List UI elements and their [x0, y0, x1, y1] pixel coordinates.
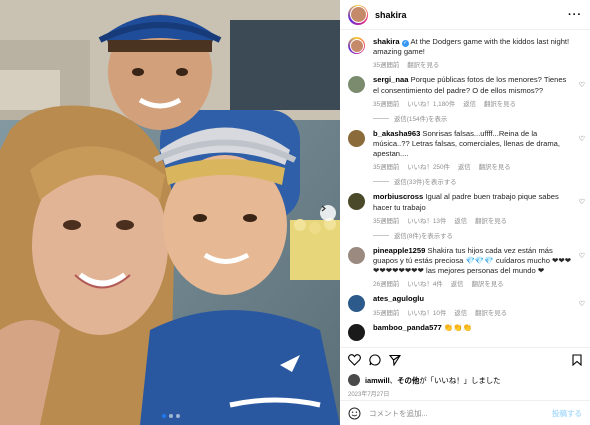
comment-avatar[interactable]	[348, 295, 365, 313]
comment-username[interactable]: pineapple1259	[373, 246, 425, 255]
liker-avatar[interactable]	[348, 374, 360, 386]
comment-item: morbiuscross Igual al padre buen trabajo…	[340, 192, 590, 225]
comment-item: ates_aguloglu 35週間前 いいね！10件 返信 翻訳を見る ♡	[340, 294, 590, 317]
heart-icon[interactable]: ♡	[579, 198, 585, 206]
caption-username[interactable]: shakira	[373, 37, 400, 46]
comments-feed[interactable]: shakira ✓ At the Dodgers game with the k…	[340, 31, 590, 343]
share-icon[interactable]	[389, 354, 401, 366]
reply-button[interactable]: 返信	[454, 308, 467, 317]
caption-avatar[interactable]	[348, 37, 365, 54]
heart-icon[interactable]: ♡	[579, 252, 585, 260]
heart-icon[interactable]: ♡	[579, 81, 585, 89]
comment-time: 35週間前	[373, 164, 400, 172]
comment-likes[interactable]: いいね！4件	[407, 279, 443, 288]
caption: shakira ✓ At the Dodgers game with the k…	[340, 37, 590, 69]
comment-avatar[interactable]	[348, 193, 365, 211]
view-replies-button[interactable]: 返信(33件)を表示する	[373, 177, 590, 186]
view-replies-button[interactable]: 返信(154件)を表示	[373, 114, 590, 123]
photo-illustration	[0, 0, 340, 425]
comment-input[interactable]	[369, 408, 552, 418]
comment-avatar[interactable]	[348, 323, 365, 341]
next-photo-button[interactable]	[320, 205, 336, 221]
caption-time: 35週間前	[373, 62, 400, 70]
header-username[interactable]: shakira	[375, 10, 407, 20]
comment-likes[interactable]: いいね！1,180件	[407, 99, 455, 108]
comment-time: 26週間前	[373, 281, 400, 289]
reply-button[interactable]: 返信	[458, 162, 471, 171]
comment-username[interactable]: morbiuscross	[373, 192, 423, 201]
caption-translate-link[interactable]: 翻訳を見る	[407, 60, 439, 69]
liker-username[interactable]: iamwill	[365, 376, 390, 385]
comment-item: bamboo_panda577 👏👏👏	[340, 323, 590, 341]
comment-icon[interactable]	[369, 353, 381, 366]
heart-icon[interactable]: ♡	[579, 300, 585, 308]
post-photo	[0, 0, 340, 425]
post-button[interactable]: 投稿する	[552, 408, 582, 419]
comment-avatar[interactable]	[348, 76, 365, 94]
more-options-icon[interactable]: ···	[568, 9, 582, 21]
carousel-indicator	[162, 414, 180, 418]
comment-username[interactable]: b_akasha963	[373, 129, 420, 138]
like-heart-icon[interactable]	[348, 353, 361, 366]
carousel-dot-active	[162, 414, 166, 418]
post-side-panel: shakira ··· shakira ✓ At the Dodgers gam…	[340, 0, 590, 425]
comment-time: 35週間前	[373, 309, 400, 317]
likes-summary: iamwill、その他が「いいね！」しました	[348, 374, 501, 386]
comment-username[interactable]: ates_aguloglu	[373, 294, 424, 303]
verified-badge-icon: ✓	[401, 40, 409, 47]
comment-avatar[interactable]	[348, 129, 365, 147]
avatar[interactable]	[348, 4, 368, 25]
action-bar	[340, 347, 590, 371]
translate-link[interactable]: 翻訳を見る	[472, 279, 504, 288]
comment-item: pineapple1259 Shakira tus hijos cada vez…	[340, 246, 590, 289]
emoji-icon[interactable]	[348, 407, 361, 420]
comment-likes[interactable]: いいね！13件	[407, 216, 446, 225]
comment-likes[interactable]: いいね！250件	[407, 162, 450, 171]
view-replies-button[interactable]: 返信(8件)を表示する	[373, 231, 590, 240]
comment-username[interactable]: bamboo_panda577	[373, 323, 442, 332]
bookmark-icon[interactable]	[572, 353, 582, 366]
reply-button[interactable]: 返信	[451, 279, 464, 288]
translate-link[interactable]: 翻訳を見る	[479, 162, 511, 171]
add-comment-bar: 投稿する	[340, 400, 590, 425]
likes-others-link[interactable]: その他	[397, 376, 419, 385]
heart-icon[interactable]: ♡	[579, 135, 585, 143]
translate-link[interactable]: 翻訳を見る	[475, 216, 507, 225]
comment-time: 35週間前	[373, 100, 400, 108]
carousel-dot	[169, 414, 173, 418]
post-date: 2023年7月27日	[348, 392, 390, 398]
chevron-right-icon	[321, 205, 326, 212]
comment-avatar[interactable]	[348, 246, 365, 264]
comment-text: 👏👏👏	[443, 322, 473, 332]
translate-link[interactable]: 翻訳を見る	[484, 99, 516, 108]
comment-time: 35週間前	[373, 217, 400, 225]
reply-button[interactable]: 返信	[463, 99, 476, 108]
comment-item: sergi_naa Porque públicas fotos de los m…	[340, 75, 590, 108]
carousel-dot	[176, 414, 180, 418]
comment-item: b_akasha963 Sonrisas falsas...uffff...Re…	[340, 129, 590, 172]
comment-username[interactable]: sergi_naa	[373, 75, 408, 84]
reply-button[interactable]: 返信	[454, 216, 467, 225]
translate-link[interactable]: 翻訳を見る	[475, 308, 507, 317]
comment-likes[interactable]: いいね！10件	[407, 308, 446, 317]
post-header: shakira ···	[340, 0, 590, 30]
